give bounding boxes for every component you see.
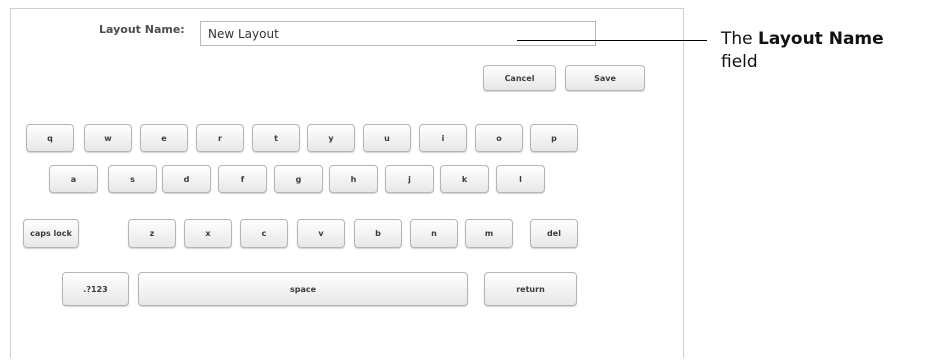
key-f[interactable]: f <box>218 165 267 193</box>
key-z[interactable]: z <box>128 219 176 248</box>
key-h[interactable]: h <box>329 165 378 193</box>
key-m[interactable]: m <box>465 219 513 248</box>
callout-annotation: The Layout Name field <box>721 28 933 74</box>
key-space[interactable]: space <box>138 272 468 306</box>
key-k[interactable]: k <box>440 165 489 193</box>
key-d[interactable]: d <box>162 165 211 193</box>
key-u[interactable]: u <box>363 124 411 152</box>
layout-name-label: Layout Name: <box>99 23 185 36</box>
key-q[interactable]: q <box>26 124 74 152</box>
key-e[interactable]: e <box>140 124 188 152</box>
callout-prefix: The <box>721 29 759 49</box>
callout-emphasis: Layout Name <box>758 29 884 49</box>
cancel-button[interactable]: Cancel <box>483 65 556 91</box>
key-j[interactable]: j <box>385 165 434 193</box>
key-a[interactable]: a <box>49 165 98 193</box>
key-i[interactable]: i <box>419 124 467 152</box>
key-caps-lock[interactable]: caps lock <box>23 219 79 248</box>
key-v[interactable]: v <box>297 219 345 248</box>
key-l[interactable]: l <box>496 165 545 193</box>
key-y[interactable]: y <box>307 124 355 152</box>
key-n[interactable]: n <box>410 219 458 248</box>
key-return[interactable]: return <box>484 272 577 306</box>
key-g[interactable]: g <box>274 165 323 193</box>
callout-leader-line <box>517 40 707 41</box>
save-button[interactable]: Save <box>565 65 645 91</box>
key-o[interactable]: o <box>475 124 523 152</box>
key-b[interactable]: b <box>354 219 402 248</box>
key-x[interactable]: x <box>184 219 232 248</box>
key-t[interactable]: t <box>252 124 300 152</box>
callout-suffix: field <box>721 52 758 72</box>
key-delete[interactable]: del <box>530 219 578 248</box>
key-w[interactable]: w <box>84 124 132 152</box>
key-p[interactable]: p <box>530 124 578 152</box>
layout-name-input[interactable] <box>200 21 596 46</box>
key-r[interactable]: r <box>196 124 244 152</box>
key-s[interactable]: s <box>108 165 157 193</box>
key-symbols[interactable]: .?123 <box>62 272 129 306</box>
key-c[interactable]: c <box>240 219 288 248</box>
